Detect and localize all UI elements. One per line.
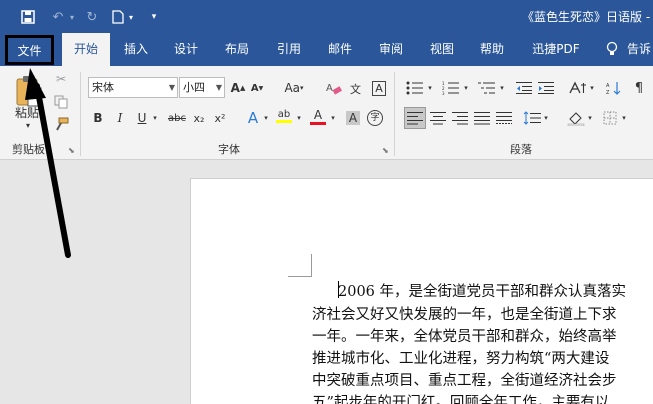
annotation-arrow-icon — [25, 68, 71, 258]
word-window: ↶ ▾ ↻ ▾ ▾ 《蓝色生死恋》日语版 - 文件 开始 插入 设计 布局 引用… — [0, 0, 653, 404]
